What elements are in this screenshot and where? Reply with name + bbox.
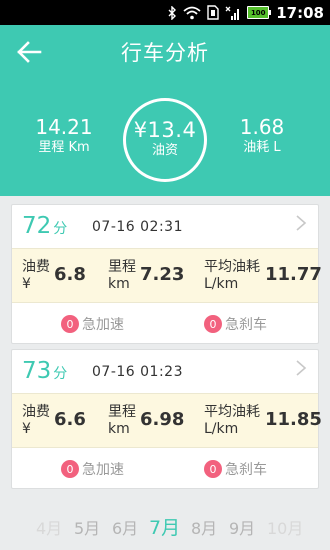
page-title: 行车分析 (121, 41, 209, 65)
trip-card-header: 73 分 07-16 01:23 (12, 350, 318, 393)
status-bar: 100 17:08 (0, 0, 330, 25)
trip-score: 73 分 (22, 358, 67, 384)
trip-alerts: 0 急加速 0 急刹车 (12, 303, 318, 343)
distance-label: 里程 km (108, 404, 136, 438)
month-item-selected[interactable]: 7月 (149, 513, 180, 540)
hard-acceleration: 0 急加速 (61, 459, 124, 479)
trip-metrics: 油费 ¥ 6.8 里程 km 7.23 平均油耗 L/km 11.77 (12, 248, 322, 303)
distance-value: 6.98 (140, 409, 185, 430)
avg-consumption-label: 平均油耗 L/km (204, 404, 260, 438)
trip-alerts: 0 急加速 0 急刹车 (12, 448, 318, 488)
trip-score-value: 73 (22, 358, 52, 384)
distance-unit: km (108, 276, 130, 292)
hard-acceleration: 0 急加速 (61, 314, 124, 334)
month-item[interactable]: 9月 (229, 515, 255, 539)
chevron-right-icon[interactable] (294, 359, 308, 377)
distance-label: 里程 km (108, 259, 136, 293)
month-item[interactable]: 10月 (267, 515, 303, 539)
trip-time: 07-16 02:31 (92, 219, 183, 235)
fuel-cost-value: 6.6 (54, 409, 86, 430)
hard-acceleration-count: 0 (61, 315, 79, 333)
total-cost-label: 油资 (151, 143, 178, 158)
trip-card-header: 72 分 07-16 02:31 (12, 205, 318, 248)
trip-score-value: 72 (22, 213, 52, 239)
total-consumption-value: 1.68 (239, 115, 285, 139)
battery-icon: 100 (247, 6, 272, 19)
total-distance: 14.21 里程 Km (28, 115, 100, 157)
trip-card[interactable]: 73 分 07-16 01:23 油费 ¥ 6.6 里程 km 6.98 平均油耗… (11, 349, 322, 489)
hard-braking-label: 急刹车 (225, 317, 267, 333)
month-item[interactable]: 5月 (74, 515, 100, 539)
wifi-icon (183, 6, 201, 20)
total-consumption: 1.68 油耗 L (226, 115, 298, 157)
trip-score-unit: 分 (53, 221, 68, 237)
trip-metrics: 油费 ¥ 6.6 里程 km 6.98 平均油耗 L/km 11.85 (12, 393, 322, 448)
fuel-cost-label-text: 油费 (22, 404, 50, 420)
hard-acceleration-label: 急加速 (82, 462, 124, 478)
trip-score-unit: 分 (53, 366, 68, 382)
fuel-cost-label: 油费 ¥ (22, 259, 50, 293)
avg-consumption-unit: L/km (204, 421, 239, 437)
clock: 17:08 (276, 3, 324, 22)
hard-braking: 0 急刹车 (204, 459, 267, 479)
avg-consumption-value: 11.85 (265, 409, 322, 430)
hard-acceleration-label: 急加速 (82, 317, 124, 333)
total-distance-value: 14.21 (35, 115, 93, 139)
hard-braking-count: 0 (204, 315, 222, 333)
fuel-cost-unit: ¥ (22, 276, 31, 292)
signal-icon (225, 6, 241, 20)
fuel-cost-unit: ¥ (22, 421, 31, 437)
trip-card[interactable]: 72 分 07-16 02:31 油费 ¥ 6.8 里程 km 7.23 平均油耗… (11, 204, 322, 344)
sim-icon (207, 5, 219, 20)
chevron-right-icon[interactable] (294, 214, 308, 232)
distance-unit: km (108, 421, 130, 437)
hard-acceleration-count: 0 (61, 460, 79, 478)
distance-label-text: 里程 (108, 259, 136, 275)
fuel-cost-value: 6.8 (54, 264, 86, 285)
avg-consumption-unit: L/km (204, 276, 239, 292)
fuel-cost-label-text: 油费 (22, 259, 50, 275)
hard-braking-label: 急刹车 (225, 462, 267, 478)
total-cost-circle: ¥13.4 油资 (123, 98, 207, 182)
month-item[interactable]: 8月 (191, 515, 217, 539)
hard-braking: 0 急刹车 (204, 314, 267, 334)
trip-score: 72 分 (22, 213, 67, 239)
battery-level: 100 (247, 6, 272, 19)
month-item[interactable]: 4月 (36, 515, 62, 539)
hard-braking-count: 0 (204, 460, 222, 478)
avg-consumption-label: 平均油耗 L/km (204, 259, 260, 293)
avg-consumption-label-text: 平均油耗 (204, 259, 260, 275)
header: 行车分析 14.21 里程 Km ¥13.4 油资 1.68 油耗 L (0, 25, 330, 196)
bluetooth-icon (168, 5, 177, 20)
avg-consumption-value: 11.77 (265, 264, 322, 285)
avg-consumption-label-text: 平均油耗 (204, 404, 260, 420)
month-item[interactable]: 6月 (112, 515, 138, 539)
trip-time: 07-16 01:23 (92, 364, 183, 380)
fuel-cost-label: 油费 ¥ (22, 404, 50, 438)
distance-label-text: 里程 (108, 404, 136, 420)
total-distance-label: 里程 Km (38, 140, 90, 155)
total-cost-value: ¥13.4 (133, 118, 197, 142)
total-consumption-label: 油耗 L (243, 140, 281, 155)
distance-value: 7.23 (140, 264, 185, 285)
month-selector: 4月 5月 6月 7月 8月 9月 10月 (0, 498, 330, 550)
